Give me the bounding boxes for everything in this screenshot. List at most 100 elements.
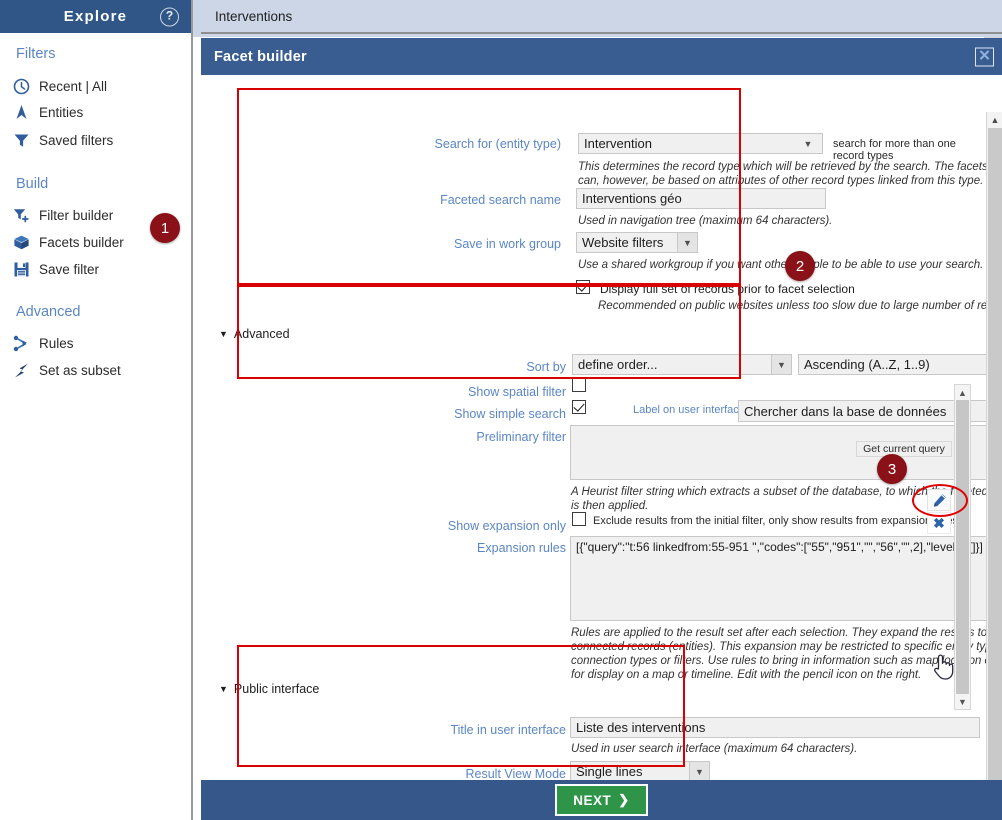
sort-by-value: define order... <box>578 357 658 372</box>
delete-rules-close-x-icon[interactable]: ✖ <box>927 512 951 534</box>
sidebar-item-label: Rules <box>39 336 74 351</box>
annotation-badge-3: 3 <box>877 454 907 484</box>
show-expansion-only-checkbox[interactable] <box>572 512 586 526</box>
workgroup-value: Website filters <box>582 235 663 250</box>
show-simple-search-label: Show simple search <box>454 407 566 421</box>
help-circle-icon[interactable]: ? <box>160 7 179 26</box>
dialog-scrollbar[interactable]: ▲ <box>986 112 1002 780</box>
show-spatial-checkbox[interactable] <box>572 378 586 392</box>
sidebar-title: Explore <box>64 8 127 25</box>
sort-by-label: Sort by <box>526 360 566 374</box>
chevron-down-icon: ▼ <box>689 762 709 780</box>
next-button-label: NEXT <box>573 793 611 808</box>
funnel-plus-icon <box>12 206 30 224</box>
public-interface-section-toggle[interactable]: ▼ Public interface <box>219 682 319 696</box>
sidebar-header: Explore ? <box>0 0 191 33</box>
dialog-title: Facet builder <box>201 49 307 65</box>
annotation-badge-1: 1 <box>150 213 180 243</box>
sidebar-item-label: Saved filters <box>39 133 113 148</box>
scroll-up-icon[interactable]: ▲ <box>987 112 1002 128</box>
pencil-icon[interactable] <box>927 489 951 511</box>
sidebar-item-label: Set as subset <box>39 363 121 378</box>
display-full-set-checkbox[interactable] <box>576 280 590 294</box>
sort-direction-value: Ascending (A..Z, 1..9) <box>804 357 930 372</box>
search-for-value: Intervention <box>584 136 652 151</box>
top-strip-tab[interactable]: Interventions <box>201 0 1002 34</box>
faceted-name-hint: Used in navigation tree (maximum 64 char… <box>578 214 998 228</box>
search-for-select[interactable]: Intervention ▼ <box>578 133 823 154</box>
cube-icon <box>12 233 30 251</box>
title-ui-input[interactable] <box>570 717 980 738</box>
title-ui-label: Title in user interface <box>450 723 566 737</box>
compass-arrow-icon <box>12 103 30 121</box>
chevron-down-icon: ▼ <box>794 134 822 153</box>
search-for-label: Search for (entity type) <box>435 137 561 151</box>
show-spatial-label: Show spatial filter <box>468 385 566 399</box>
chevron-right-icon: ❯ <box>618 792 629 808</box>
multi-record-label: search for more than one record types <box>833 138 986 162</box>
dialog-body: Search for (entity type) Intervention ▼ … <box>201 75 1002 780</box>
dialog-scrollbar-thumb[interactable] <box>988 128 1002 780</box>
faceted-name-label: Faceted search name <box>440 193 561 207</box>
search-for-hint: This determines the record type which wi… <box>578 160 998 188</box>
result-view-label: Result View Mode <box>465 767 566 780</box>
display-full-set-label: Display full set of records prior to fac… <box>600 282 855 296</box>
workgroup-label: Save in work group <box>454 237 561 251</box>
sidebar-item-filter-builder[interactable]: Filter builder <box>12 205 113 225</box>
show-simple-search-checkbox[interactable] <box>572 400 586 414</box>
next-button[interactable]: NEXT ❯ <box>555 784 647 816</box>
title-ui-hint: Used in user search interface (maximum 6… <box>571 742 1001 756</box>
expansion-rules-hint: Rules are applied to the result set afte… <box>571 626 1002 682</box>
chevron-down-icon: ▼ <box>771 355 791 374</box>
triangle-down-icon: ▼ <box>219 684 228 694</box>
scroll-down-icon[interactable]: ▼ <box>955 694 970 709</box>
sidebar-item-facets-builder[interactable]: Facets builder <box>12 232 124 252</box>
sidebar-item-label: Entities <box>39 105 83 120</box>
inner-scrollbar[interactable]: ▲ ▼ <box>954 384 971 710</box>
sidebar-group-advanced-title: Advanced <box>0 304 81 320</box>
lightning-arrow-icon <box>12 361 30 379</box>
preliminary-filter-label: Preliminary filter <box>476 430 566 444</box>
sidebar-item-label: Filter builder <box>39 208 113 223</box>
top-strip: Interventions <box>193 0 1002 37</box>
rules-nodes-icon <box>12 334 30 352</box>
sidebar-group-build-title: Build <box>0 176 48 192</box>
sidebar-item-entities[interactable]: Entities <box>12 102 83 122</box>
chevron-down-icon: ▼ <box>677 233 697 252</box>
display-full-set-hint: Recommended on public websites unless to… <box>598 299 1002 313</box>
sidebar-item-set-as-subset[interactable]: Set as subset <box>12 360 121 380</box>
result-view-select[interactable]: Single lines ▼ <box>570 761 710 780</box>
close-x-icon[interactable]: ✕ <box>975 47 994 66</box>
dialog-footer: NEXT ❯ <box>201 780 1002 820</box>
annotation-badge-2: 2 <box>785 251 815 281</box>
sidebar-item-label: Save filter <box>39 262 99 277</box>
simple-search-ui-label: Label on user interface <box>633 404 745 416</box>
workgroup-select[interactable]: Website filters ▼ <box>576 232 698 253</box>
sidebar-item-recent-all[interactable]: Recent | All <box>12 76 107 96</box>
sidebar-item-saved-filters[interactable]: Saved filters <box>12 130 113 150</box>
sort-by-select[interactable]: define order... ▼ <box>572 354 792 375</box>
floppy-disk-icon <box>12 260 30 278</box>
inner-scrollbar-thumb[interactable] <box>956 400 969 694</box>
expansion-rules-label: Expansion rules <box>477 541 566 555</box>
scroll-up-icon[interactable]: ▲ <box>955 385 970 400</box>
advanced-section-toggle[interactable]: ▼ Advanced <box>219 327 290 341</box>
get-current-query-button[interactable]: Get current query <box>856 441 952 457</box>
public-interface-section-title: Public interface <box>234 682 319 696</box>
sidebar-item-save-filter[interactable]: Save filter <box>12 259 99 279</box>
expansion-rules-textarea[interactable] <box>570 536 1002 621</box>
triangle-down-icon: ▼ <box>219 329 228 339</box>
dialog-titlebar: Facet builder ✕ <box>201 38 1002 75</box>
sidebar-item-label: Recent | All <box>39 79 107 94</box>
sidebar-group-filters-title: Filters <box>0 46 55 62</box>
sidebar-item-rules[interactable]: Rules <box>12 333 74 353</box>
sidebar-item-label: Facets builder <box>39 235 124 250</box>
show-expansion-only-note: Exclude results from the initial filter,… <box>593 515 958 527</box>
sort-direction-select[interactable]: Ascending (A..Z, 1..9) ▼ <box>798 354 1002 375</box>
faceted-name-input[interactable] <box>576 188 826 209</box>
result-view-value: Single lines <box>576 764 643 779</box>
show-expansion-only-label: Show expansion only <box>448 519 566 533</box>
advanced-section-title: Advanced <box>234 327 290 341</box>
explore-sidebar: Explore ? Filters Recent | All Entities … <box>0 0 193 820</box>
clock-icon <box>12 77 30 95</box>
